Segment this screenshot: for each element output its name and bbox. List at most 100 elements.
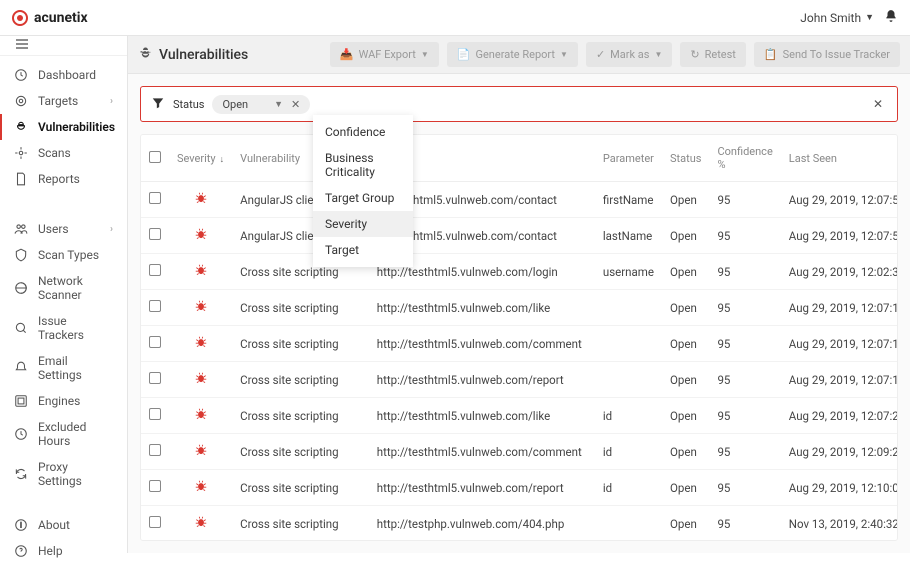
- sidebar-item-help[interactable]: Help: [0, 538, 127, 564]
- table-row[interactable]: Cross site scripting http://testhtml5.vu…: [141, 434, 898, 470]
- cell-status: Open: [662, 182, 709, 218]
- sidebar-item-scan-types[interactable]: Scan Types: [0, 242, 127, 268]
- row-checkbox[interactable]: [149, 480, 161, 492]
- row-checkbox[interactable]: [149, 228, 161, 240]
- mark-as-button[interactable]: ✓Mark as▼: [586, 42, 672, 67]
- cell-vulnerability: Cross site scripting: [232, 326, 369, 362]
- bug-icon: [138, 45, 153, 64]
- brand-text: acunetix: [34, 10, 88, 26]
- table-row[interactable]: Cross site scripting http://testhtml5.vu…: [141, 326, 898, 362]
- cell-confidence: 95: [709, 326, 780, 362]
- cell-confidence: 95: [709, 254, 780, 290]
- sidebar-item-reports[interactable]: Reports: [0, 166, 127, 192]
- sidebar-item-label: Targets: [38, 94, 78, 108]
- row-checkbox[interactable]: [149, 192, 161, 204]
- row-checkbox[interactable]: [149, 372, 161, 384]
- sidebar-item-users[interactable]: Users ›: [0, 216, 127, 242]
- page-title: Vulnerabilities: [159, 47, 248, 63]
- table-row[interactable]: Cross site scripting http://testhtml5.vu…: [141, 254, 898, 290]
- close-icon[interactable]: ✕: [289, 98, 302, 111]
- sidebar-item-targets[interactable]: Targets ›: [0, 88, 127, 114]
- table-row[interactable]: Cross site scripting http://testhtml5.vu…: [141, 398, 898, 434]
- table-row[interactable]: Cross site scripting http://testhtml5.vu…: [141, 470, 898, 506]
- dropdown-item-business-criticality[interactable]: Business Criticality: [313, 145, 413, 185]
- sidebar-item-proxy-settings[interactable]: Proxy Settings: [0, 454, 127, 494]
- cell-confidence: 95: [709, 398, 780, 434]
- select-all-checkbox[interactable]: [149, 151, 161, 163]
- proxy-settings-icon: [14, 467, 28, 481]
- retest-button[interactable]: ↻Retest: [680, 42, 746, 67]
- severity-high-icon: [194, 518, 208, 532]
- row-checkbox[interactable]: [149, 516, 161, 528]
- cell-url: http://testhtml5.vulnweb.com/like: [369, 398, 595, 434]
- col-confidence[interactable]: Confidence %: [709, 135, 780, 182]
- cell-parameter: [595, 326, 662, 362]
- dropdown-item-severity[interactable]: Severity: [313, 211, 413, 237]
- chevron-right-icon: ›: [110, 224, 113, 235]
- sidebar: Dashboard Targets › Vulnerabilities Scan…: [0, 36, 128, 553]
- send-to-issue-tracker-button[interactable]: 📋Send To Issue Tracker: [754, 42, 900, 67]
- severity-high-icon: [194, 374, 208, 388]
- user-name: John Smith: [800, 11, 861, 25]
- table-row[interactable]: Cross site scripting http://testhtml5.vu…: [141, 290, 898, 326]
- waf-export-button[interactable]: 📥WAF Export▼: [330, 42, 439, 67]
- sidebar-item-network-scanner[interactable]: Network Scanner: [0, 268, 127, 308]
- cell-last-seen: Aug 29, 2019, 12:07:58 PM: [781, 218, 898, 254]
- sidebar-item-excluded-hours[interactable]: Excluded Hours: [0, 414, 127, 454]
- cell-url: http://testhtml5.vulnweb.com/comment: [369, 434, 595, 470]
- hamburger-icon[interactable]: [14, 36, 30, 55]
- dropdown-item-confidence[interactable]: Confidence: [313, 119, 413, 145]
- row-checkbox[interactable]: [149, 336, 161, 348]
- sidebar-item-scans[interactable]: Scans: [0, 140, 127, 166]
- row-checkbox[interactable]: [149, 408, 161, 420]
- sidebar-item-issue-trackers[interactable]: Issue Trackers: [0, 308, 127, 348]
- filter-status-chip[interactable]: Open ▼ ✕: [212, 95, 310, 114]
- cell-last-seen: Aug 29, 2019, 12:07:18 PM: [781, 362, 898, 398]
- cell-confidence: 95: [709, 218, 780, 254]
- about-icon: i: [14, 518, 28, 532]
- col-status[interactable]: Status: [662, 135, 709, 182]
- engines-icon: [14, 394, 28, 408]
- cell-parameter: [595, 290, 662, 326]
- email-settings-icon: [14, 361, 28, 375]
- col-last-seen[interactable]: Last Seen: [781, 135, 898, 182]
- help-icon: [14, 544, 28, 558]
- cell-status: Open: [662, 470, 709, 506]
- dropdown-item-target-group[interactable]: Target Group: [313, 185, 413, 211]
- sidebar-item-label: Proxy Settings: [38, 460, 113, 488]
- logo[interactable]: acunetix: [12, 10, 88, 26]
- filter-dropdown: ConfidenceBusiness CriticalityTarget Gro…: [313, 115, 413, 267]
- sidebar-item-label: Vulnerabilities: [38, 120, 115, 134]
- table-row[interactable]: Cross site scripting http://testhtml5.vu…: [141, 362, 898, 398]
- filter-clear-all[interactable]: ✕: [869, 93, 887, 115]
- col-severity[interactable]: Severity↓: [169, 135, 232, 182]
- cell-vulnerability: Cross site scripting: [232, 470, 369, 506]
- severity-high-icon: [194, 194, 208, 208]
- cell-parameter: id: [595, 470, 662, 506]
- sidebar-item-engines[interactable]: Engines: [0, 388, 127, 414]
- generate-report-button[interactable]: 📄Generate Report▼: [447, 42, 578, 67]
- severity-high-icon: [194, 302, 208, 316]
- reports-icon: [14, 172, 28, 186]
- cell-last-seen: Aug 29, 2019, 12:07:58 PM: [781, 182, 898, 218]
- user-menu[interactable]: John Smith ▼: [800, 11, 874, 25]
- network-scanner-icon: [14, 281, 28, 295]
- row-checkbox[interactable]: [149, 444, 161, 456]
- table-row[interactable]: Cross site scripting http://testphp.vuln…: [141, 506, 898, 542]
- cell-last-seen: Aug 29, 2019, 12:07:17 PM: [781, 326, 898, 362]
- table-row[interactable]: AngularJS client-side te x://testhtml5.v…: [141, 218, 898, 254]
- cell-parameter: firstName: [595, 182, 662, 218]
- sidebar-item-dashboard[interactable]: Dashboard: [0, 62, 127, 88]
- sidebar-item-vulnerabilities[interactable]: Vulnerabilities: [0, 114, 127, 140]
- cell-parameter: id: [595, 434, 662, 470]
- sidebar-item-about[interactable]: i About: [0, 512, 127, 538]
- cell-last-seen: Aug 29, 2019, 12:09:28 PM: [781, 434, 898, 470]
- row-checkbox[interactable]: [149, 300, 161, 312]
- filter-icon[interactable]: [151, 96, 165, 113]
- sidebar-item-email-settings[interactable]: Email Settings: [0, 348, 127, 388]
- bell-icon[interactable]: [884, 9, 898, 26]
- table-row[interactable]: AngularJS client-side te x://testhtml5.v…: [141, 182, 898, 218]
- col-parameter[interactable]: Parameter: [595, 135, 662, 182]
- row-checkbox[interactable]: [149, 264, 161, 276]
- dropdown-item-target[interactable]: Target: [313, 237, 413, 263]
